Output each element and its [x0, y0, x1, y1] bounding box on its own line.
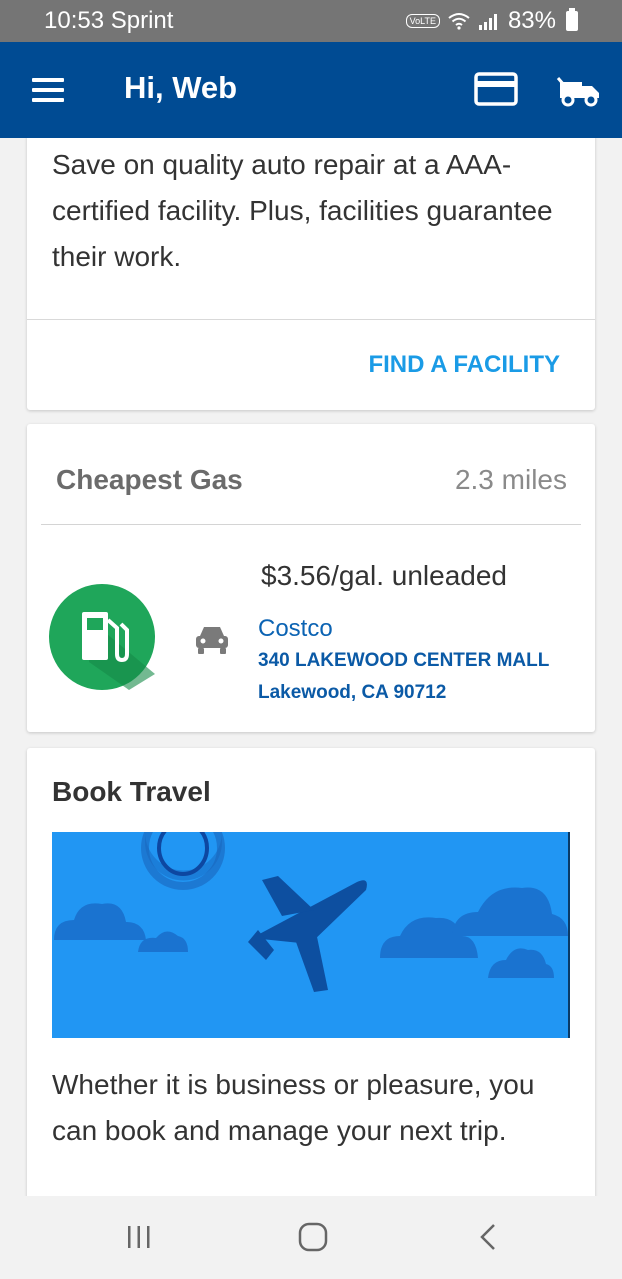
- home-icon[interactable]: [298, 1222, 328, 1252]
- status-bar: 10:53 Sprint VoLTE 83%: [0, 0, 622, 42]
- back-icon[interactable]: [478, 1223, 498, 1251]
- gas-price: $3.56/gal. unleaded: [261, 560, 507, 591]
- gas-distance: 2.3 miles: [454, 464, 567, 495]
- find-facility-button[interactable]: FIND A FACILITY: [368, 351, 560, 379]
- tow-truck-icon[interactable]: [556, 74, 602, 108]
- book-travel-description: Whether it is business or pleasure, you …: [52, 1069, 535, 1146]
- greeting-title: Hi, Web: [124, 70, 238, 105]
- recent-apps-icon[interactable]: [125, 1224, 153, 1250]
- volte-icon: VoLTE: [405, 14, 440, 28]
- credit-card-icon[interactable]: [474, 72, 518, 106]
- auto-repair-description: Save on quality auto repair at a AAA-cer…: [52, 149, 553, 272]
- auto-repair-card: Save on quality auto repair at a AAA-cer…: [27, 138, 595, 410]
- card-divider: [27, 319, 595, 320]
- book-travel-card[interactable]: Book Travel Whether it is business or pl…: [27, 748, 595, 1196]
- system-nav-bar: [0, 1196, 622, 1279]
- car-icon: [196, 627, 228, 654]
- book-travel-title: Book Travel: [52, 776, 211, 807]
- dashboard-content[interactable]: Save on quality auto repair at a AAA-cer…: [0, 138, 622, 1196]
- station-name-link[interactable]: Costco: [258, 615, 333, 643]
- battery-percent: 83%: [507, 7, 556, 34]
- gas-pump-icon: [49, 584, 155, 690]
- battery-icon: [566, 8, 578, 31]
- status-time-carrier: 10:53 Sprint: [44, 7, 174, 34]
- signal-icon: [478, 14, 497, 30]
- wifi-icon: [448, 13, 470, 30]
- cheapest-gas-card[interactable]: Cheapest Gas 2.3 miles $3.56/gal. unlead…: [27, 424, 595, 732]
- status-icons: VoLTE 83%: [405, 7, 578, 35]
- menu-icon[interactable]: [32, 78, 64, 102]
- card-divider: [41, 524, 581, 525]
- travel-banner: [52, 832, 570, 1038]
- cheapest-gas-title: Cheapest Gas: [56, 464, 243, 495]
- station-address-line1: 340 LAKEWOOD CENTER MALL: [258, 650, 550, 671]
- app-bar: Hi, Web: [0, 42, 622, 138]
- station-address-line2: Lakewood, CA 90712: [258, 682, 447, 703]
